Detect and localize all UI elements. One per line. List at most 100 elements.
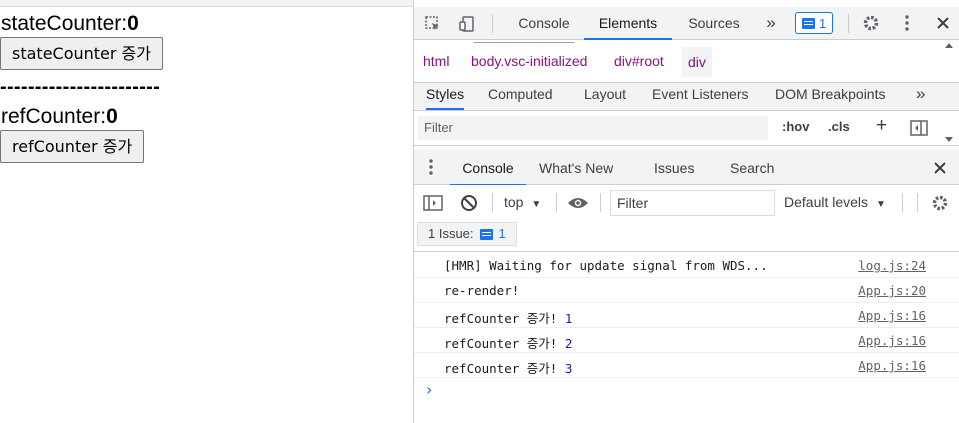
console-prompt[interactable]: › (414, 378, 959, 403)
state-counter-label: stateCounter: (1, 12, 128, 35)
device-toolbar-icon[interactable] (456, 13, 478, 35)
drawer-tab-whats-new[interactable]: What's New (539, 150, 613, 185)
styles-filter-input[interactable]: Filter (418, 116, 768, 140)
cls-toggle[interactable]: .cls (828, 119, 850, 134)
console-message-text: re-render! (444, 283, 520, 298)
console-message-row: refCounter 증가! 2 App.js:16 (414, 328, 959, 353)
console-message-string: refCounter 증가! (444, 336, 565, 351)
devtools-panel: Console Elements Sources » 1 html body.v… (413, 0, 959, 423)
toolbar-separator (902, 193, 903, 212)
log-levels-dropdown[interactable]: Default levels ▼ (784, 194, 886, 210)
breadcrumb-html[interactable]: html (423, 53, 449, 69)
tab-sources[interactable]: Sources (672, 7, 756, 39)
console-message-text: refCounter 증가! 2 (444, 333, 572, 352)
devtools-main-toolbar: Console Elements Sources » 1 (414, 0, 959, 40)
drawer-tab-console[interactable]: Console (450, 150, 526, 186)
close-devtools-icon[interactable] (932, 12, 954, 34)
dom-scroll-up-icon[interactable] (944, 40, 954, 50)
inspect-element-icon[interactable] (422, 13, 444, 35)
subtab-layout[interactable]: Layout (584, 83, 626, 110)
console-message-text: [HMR] Waiting for update signal from WDS… (444, 258, 768, 273)
scroll-down-icon[interactable] (944, 135, 954, 145)
subtab-styles[interactable]: Styles (426, 83, 465, 110)
dom-tree-peek (474, 40, 574, 46)
console-toolbar: top ▼ Filter Default levels ▼ (414, 185, 959, 221)
issues-bar: 1 Issue: 1 (414, 221, 959, 252)
issues-count: 1 (498, 226, 506, 241)
state-counter-increment-button[interactable]: stateCounter 증가 (0, 37, 163, 70)
console-source-link[interactable]: App.js:20 (858, 283, 926, 298)
toolbar-separator (492, 193, 493, 212)
console-message-row: re-render! App.js:20 (414, 278, 959, 303)
ref-counter-increment-button[interactable]: refCounter 증가 (0, 130, 145, 163)
subtab-computed[interactable]: Computed (488, 83, 553, 110)
tab-elements[interactable]: Elements (584, 7, 672, 40)
console-message-number: 2 (564, 336, 573, 351)
live-expression-eye-icon[interactable] (566, 192, 590, 214)
console-source-link[interactable]: App.js:16 (858, 333, 926, 348)
more-options-icon[interactable] (896, 12, 918, 34)
divider-dashes: ----------------------- (0, 76, 161, 98)
console-source-link[interactable]: App.js:16 (858, 358, 926, 373)
context-selector[interactable]: top ▼ (504, 194, 541, 210)
toolbar-separator (492, 14, 493, 33)
console-message-text: refCounter 증가! 1 (444, 308, 572, 327)
message-icon (802, 17, 815, 29)
dropdown-arrow-icon: ▼ (875, 199, 886, 210)
close-drawer-icon[interactable] (930, 158, 950, 178)
drawer-menu-icon[interactable] (426, 157, 436, 177)
breadcrumb-body[interactable]: body.vsc-initialized (471, 53, 587, 69)
tab-console[interactable]: Console (504, 7, 584, 39)
context-selector-value: top (504, 194, 524, 210)
ref-counter-display: refCounter:0 (1, 105, 118, 129)
ref-counter-label: refCounter: (1, 105, 107, 128)
console-message-row: [HMR] Waiting for update signal from WDS… (414, 253, 959, 278)
hov-toggle[interactable]: :hov (782, 119, 809, 134)
styles-subtab-bar: Styles Computed Layout Event Listeners D… (414, 83, 959, 111)
page-top-strip (0, 0, 413, 7)
console-source-link[interactable]: log.js:24 (858, 258, 926, 273)
subtabs-more-icon[interactable]: » (916, 83, 925, 110)
toolbar-separator (848, 14, 849, 33)
drawer-tab-bar: Console What's New Issues Search (414, 150, 959, 186)
toolbar-separator (556, 193, 557, 212)
console-message-text: refCounter 증가! 3 (444, 358, 572, 377)
console-filter-input[interactable]: Filter (610, 190, 775, 216)
dropdown-arrow-icon: ▼ (531, 199, 542, 210)
console-settings-gear-icon[interactable] (928, 191, 952, 215)
ref-counter-value: 0 (106, 105, 118, 128)
subtab-event-listeners[interactable]: Event Listeners (652, 83, 749, 110)
state-counter-display: stateCounter:0 (1, 12, 139, 36)
console-output: [HMR] Waiting for update signal from WDS… (414, 253, 959, 403)
prompt-chevron-icon: › (426, 380, 433, 399)
console-message-number: 3 (564, 361, 573, 376)
settings-gear-icon[interactable] (860, 12, 882, 34)
show-sidebar-icon[interactable] (422, 192, 444, 214)
state-counter-value: 0 (127, 12, 139, 35)
clear-console-icon[interactable] (458, 192, 480, 214)
elements-breadcrumb: html body.vsc-initialized div#root div (414, 40, 959, 83)
more-tabs-icon[interactable]: » (756, 7, 786, 39)
toolbar-separator (600, 193, 601, 212)
new-style-rule-button[interactable]: + (876, 115, 887, 137)
toggle-sidebar-icon[interactable] (908, 117, 930, 139)
console-message-string: refCounter 증가! (444, 311, 565, 326)
console-message-number: 1 (564, 311, 573, 326)
console-message-row: refCounter 증가! 3 App.js:16 (414, 353, 959, 378)
message-icon (479, 228, 493, 240)
toolbar-separator (917, 193, 918, 212)
log-levels-value: Default levels (784, 194, 869, 210)
styles-filter-bar: Filter :hov .cls + (414, 111, 959, 146)
subtab-dom-breakpoints[interactable]: DOM Breakpoints (775, 83, 885, 110)
issues-label: 1 Issue: (428, 226, 474, 241)
issues-badge[interactable]: 1 (795, 12, 834, 34)
console-message-row: refCounter 증가! 1 App.js:16 (414, 303, 959, 328)
issues-button[interactable]: 1 Issue: 1 (417, 222, 517, 246)
breadcrumb-div-selected[interactable]: div (682, 47, 712, 77)
drawer-tab-search[interactable]: Search (730, 150, 774, 185)
drawer-tab-issues[interactable]: Issues (654, 150, 694, 185)
breadcrumb-div-root[interactable]: div#root (614, 53, 664, 69)
console-source-link[interactable]: App.js:16 (858, 308, 926, 323)
console-message-string: refCounter 증가! (444, 361, 565, 376)
issues-badge-count: 1 (819, 15, 827, 31)
